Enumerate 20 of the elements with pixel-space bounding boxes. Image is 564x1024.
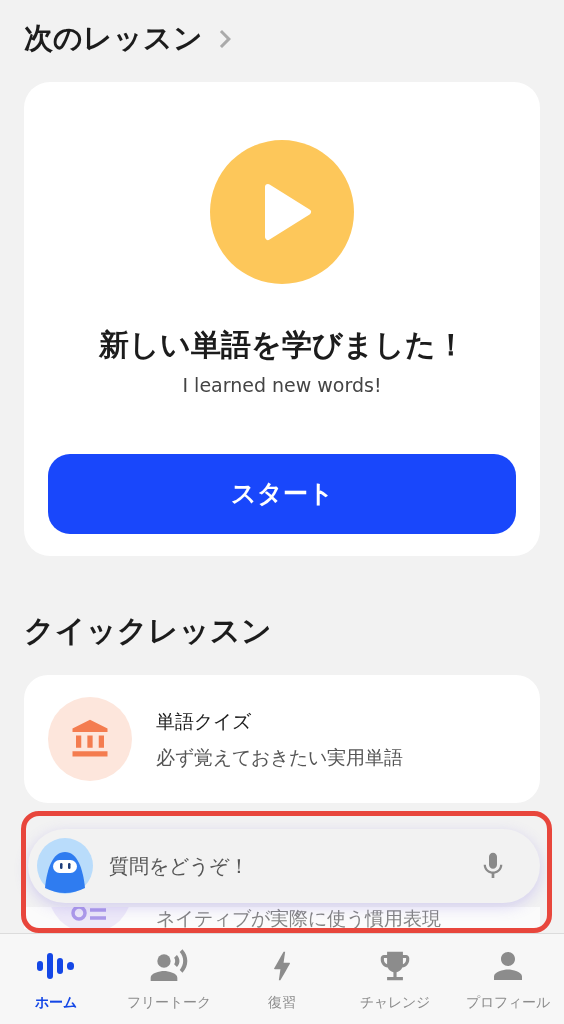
lesson-list-item[interactable]: ネイティブが実際に使う慣用表現 (24, 907, 540, 929)
tab-bar-item[interactable]: フリートーク (112, 946, 226, 1024)
lesson-list-item[interactable]: 単語クイズ 必ず覚えておきたい実用単語 (24, 675, 540, 803)
tab-bar-item[interactable]: 復習 (225, 946, 339, 1024)
question-input-field[interactable]: 質問をどうぞ！ (109, 851, 461, 881)
ask-input-bar[interactable]: 質問をどうぞ！ (28, 829, 540, 903)
item-title: 単語クイズ (156, 708, 252, 734)
tab-bar-item[interactable]: ホーム (0, 946, 113, 1024)
tab-bar-item[interactable]: プロフィール (451, 946, 564, 1024)
start-button[interactable]: スタート (48, 453, 516, 534)
item-subtitle: 必ず覚えておきたい実用単語 (156, 745, 403, 770)
tab-bar-item[interactable]: チャレンジ (338, 946, 452, 1024)
lesson-subtitle: I learned new words! (182, 373, 382, 398)
robot-avatar-icon (37, 838, 93, 894)
play-icon (262, 183, 312, 241)
item-subtitle: ネイティブが実際に使う慣用表現 (156, 907, 441, 929)
lesson-title: 新しい単語を学びました！ (98, 326, 466, 364)
section-heading: 次のレッスン (24, 20, 203, 58)
section-heading: クイックレッスン (24, 612, 273, 650)
waveform-icon (36, 952, 77, 980)
